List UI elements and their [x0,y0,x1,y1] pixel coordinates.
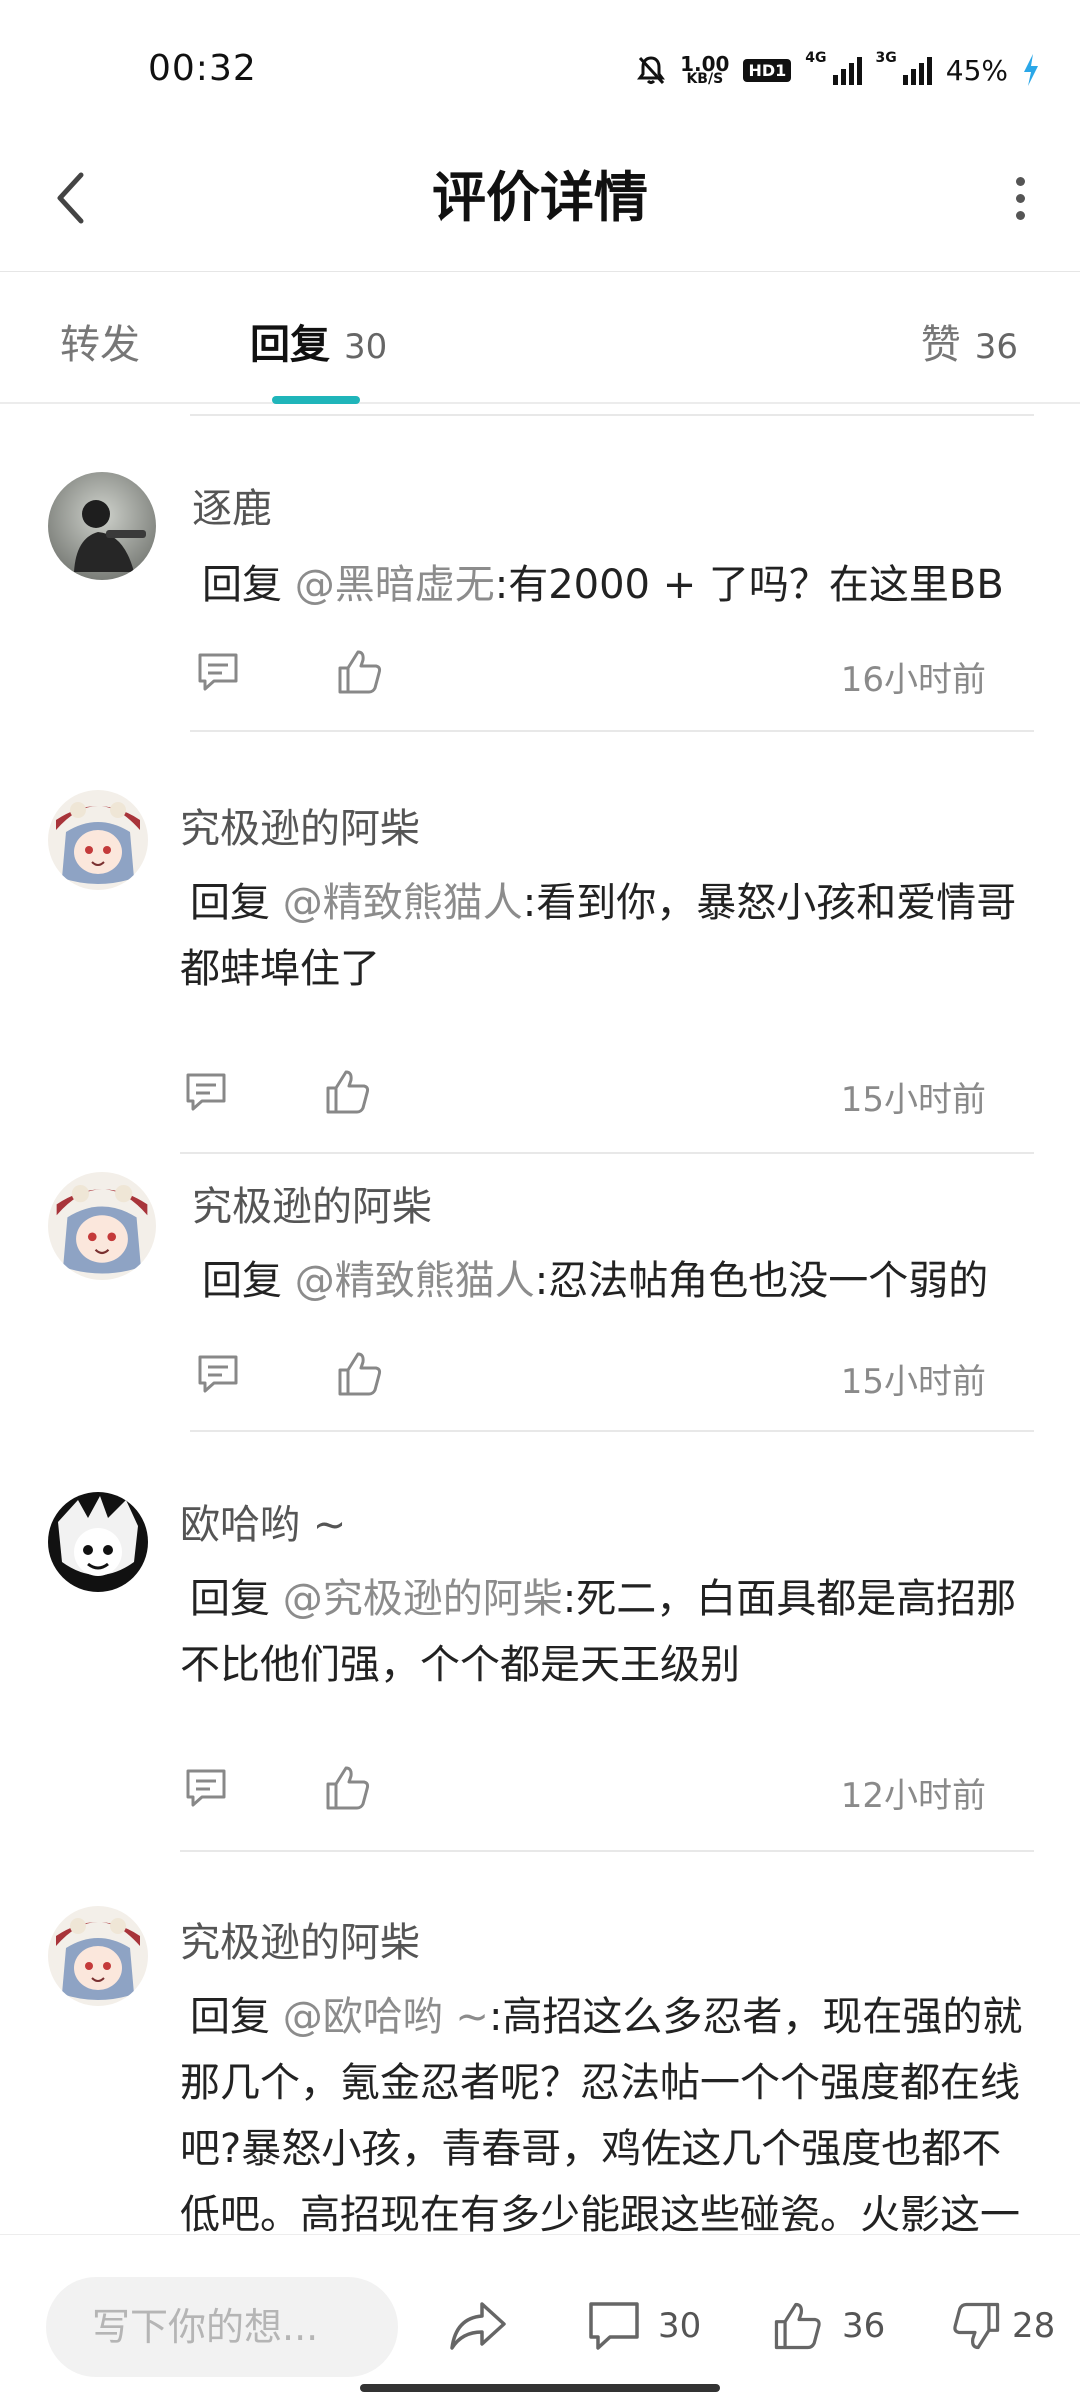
reply-text: 回复 @欧哈哟 ~:高招这么多忍者，现在强的就那几个，氪金忍者呢？忍法帖一个个强… [180,1994,1023,2234]
network-type-2: 3G [875,50,897,66]
status-icons: 1.00 KB/S HD1 4G 3G 45% [636,50,1040,90]
hd-badge: HD1 [743,58,792,82]
status-time: 00:32 [148,48,257,89]
username[interactable]: 究极逊的阿柴 [180,796,420,854]
avatar[interactable] [48,1492,148,1592]
mute-bell-icon [637,56,666,85]
mention-link[interactable]: @精致熊猫人 [283,880,523,926]
mention-link[interactable]: @欧哈哟 ~ [283,1994,489,2040]
comment-count: 30 [658,2306,702,2346]
mention-link[interactable]: @究极逊的阿柴 [283,1576,563,1622]
like-count: 36 [974,327,1018,367]
more-options-button[interactable] [990,158,1050,238]
comment-icon[interactable] [180,1066,232,1118]
username[interactable]: 究极逊的阿柴 [180,1910,420,1968]
comment-icon[interactable] [192,1348,244,1400]
thumbs-up-icon[interactable] [334,646,386,698]
status-bar: 00:32 1.00 KB/S HD1 4G 3G 45% [0,0,1080,130]
divider [190,1430,1034,1432]
like-count: 36 [842,2306,886,2346]
manga-boy-avatar-icon [48,1492,148,1592]
top-app-bar: 评价详情 [0,130,1080,272]
thumbs-down-icon [953,2302,1000,2350]
dislike-button[interactable]: 28 [948,2291,1055,2361]
divider [180,1850,1034,1852]
like-button[interactable]: 36 [770,2291,885,2361]
tab-like[interactable]: 赞 36 [921,312,1018,370]
timestamp: 15小时前 [840,1362,986,1402]
tab-reply[interactable]: 回复 30 [250,312,387,370]
avatar[interactable] [48,1172,156,1280]
active-tab-indicator [272,396,360,404]
divider [190,414,1034,416]
username[interactable]: 究极逊的阿柴 [192,1174,432,1232]
comment-icon[interactable] [180,1762,232,1814]
mention-link[interactable]: @精致熊猫人 [295,1258,535,1304]
timestamp: 15小时前 [840,1080,986,1120]
dislike-count: 28 [1012,2306,1056,2346]
comment-icon[interactable] [192,646,244,698]
anime-girl-avatar-icon [48,1906,148,2006]
home-indicator[interactable] [360,2384,720,2392]
divider [180,1152,1034,1154]
reply-text: 回复 @究极逊的阿柴:死二，白面具都是高招那不比他们强，个个都是天王级别 [180,1576,1017,1688]
rider-photo-icon [48,472,156,580]
bottom-action-bar: 写下你的想... 30 36 28 [0,2234,1080,2400]
reply-list[interactable]: 逐鹿 回复 @黑暗虚无:有2000 + 了吗？在这里BB 16小时前 究极逊的阿… [0,404,1080,2234]
mention-link[interactable]: @黑暗虚无 [295,562,495,608]
thumbs-up-icon[interactable] [322,1066,374,1118]
avatar[interactable] [48,790,148,890]
thumbs-up-icon [774,2302,821,2350]
comment-button[interactable]: 30 [586,2291,701,2361]
network-type-1: 4G [805,50,827,66]
charging-bolt-icon [1024,54,1038,86]
avatar[interactable] [48,1906,148,2006]
more-vertical-icon [1015,176,1025,186]
page-title: 评价详情 [432,166,648,229]
anime-girl-avatar-icon [48,1172,156,1280]
divider [190,730,1034,732]
share-button[interactable] [448,2291,508,2361]
reply-text: 回复 @精致熊猫人:看到你，暴怒小孩和爱情哥都蚌埠住了 [180,880,1017,992]
username[interactable]: 欧哈哟 ~ [180,1492,346,1550]
thumbs-up-icon[interactable] [322,1762,374,1814]
signal-icon-2 [902,55,932,85]
avatar[interactable] [48,472,156,580]
tab-bar: 转发 回复 30 赞 36 [0,272,1080,404]
network-speed: 1.00 KB/S [680,51,730,87]
reply-text: 回复 @黑暗虚无:有2000 + 了吗？在这里BB [202,562,1004,608]
tab-repost[interactable]: 转发 [60,312,140,370]
reply-text: 回复 @精致熊猫人:忍法帖角色也没一个弱的 [202,1258,989,1304]
anime-girl-avatar-icon [48,790,148,890]
reply-count: 30 [344,327,388,367]
username[interactable]: 逐鹿 [192,476,272,534]
thumbs-up-icon[interactable] [334,1348,386,1400]
comment-bubble-icon [589,2302,639,2350]
battery-level: 45% [945,53,1008,87]
comment-input[interactable]: 写下你的想... [46,2277,398,2377]
share-arrow-icon [450,2302,506,2350]
timestamp: 16小时前 [840,660,986,700]
timestamp: 12小时前 [840,1776,986,1816]
signal-icon [832,55,862,85]
